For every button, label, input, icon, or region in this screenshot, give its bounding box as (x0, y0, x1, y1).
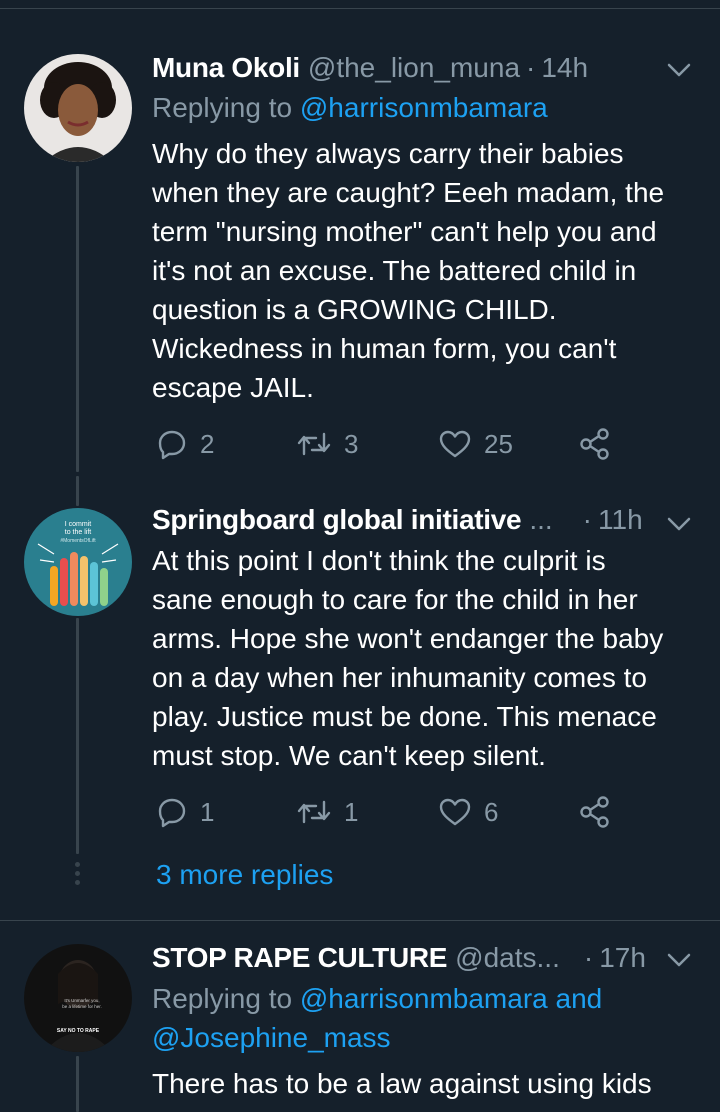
author-handle[interactable]: @dats... (455, 942, 560, 974)
reply-icon (158, 798, 186, 828)
top-divider (0, 8, 720, 9)
heart-icon (439, 430, 471, 458)
more-replies-link[interactable]: 3 more replies (156, 857, 333, 893)
author-handle[interactable]: @the_lion_muna (308, 52, 520, 84)
text-line: term "nursing mother" can't help you and (152, 216, 657, 247)
chevron-down-icon[interactable] (666, 950, 692, 970)
retweet-button[interactable]: 1 (296, 792, 358, 832)
avatar-caption: I commit (65, 521, 92, 528)
tweet-time[interactable]: 17h (599, 942, 646, 974)
share-button[interactable] (578, 424, 612, 464)
like-count: 25 (484, 428, 513, 459)
tweet-actions: 1 1 6 (152, 792, 622, 832)
text-line: question is a GROWING CHILD. (152, 294, 557, 325)
tweet-text: At this point I don't think the culprit … (152, 541, 700, 775)
thread-line (76, 166, 79, 472)
name-ellipsis: ... (529, 504, 553, 535)
reply-button[interactable]: 2 (156, 424, 214, 464)
text-line: on a day when her inhumanity comes to (152, 662, 647, 693)
chevron-down-icon[interactable] (666, 60, 692, 80)
avatar-springboard[interactable]: I commit to the lift #MomentsOfLift (24, 508, 132, 616)
retweet-count: 3 (344, 428, 359, 459)
retweet-icon (297, 432, 331, 456)
reply-count: 1 (200, 796, 215, 827)
like-button[interactable]: 6 (438, 792, 498, 832)
author-name[interactable]: STOP RAPE CULTURE (152, 942, 447, 974)
tweet-header: Springboard global initiative ... · 11h (152, 502, 700, 538)
thread-line (76, 1056, 79, 1112)
avatar-caption: It's Unmarfer you, (64, 998, 99, 1003)
share-button[interactable] (578, 792, 612, 832)
tweet-time[interactable]: 11h (598, 504, 643, 536)
avatar-caption: #MomentsOfLift (60, 538, 96, 544)
author-name[interactable]: Muna Okoli (152, 52, 300, 84)
thread-line (76, 618, 79, 854)
tweet-text: Why do they always carry their babies wh… (152, 134, 700, 407)
retweet-button[interactable]: 3 (296, 424, 358, 464)
reply-count: 2 (200, 428, 215, 459)
text-line: sane enough to care for the child in her (152, 584, 638, 615)
share-icon (580, 796, 609, 828)
mention-conjunction: and (555, 983, 603, 1014)
divider (0, 920, 720, 921)
text-line: escape JAIL. (152, 372, 314, 403)
tweet-text: There has to be a law against using kids (152, 1064, 700, 1103)
reply-icon (158, 430, 186, 460)
avatar-muna-okoli[interactable] (24, 54, 132, 162)
separator-dot: · (582, 504, 592, 535)
avatar-caption: SAY NO TO RAPE (57, 1028, 100, 1034)
like-button[interactable]: 25 (438, 424, 513, 464)
replying-to-continued: @Josephine_mass (152, 1018, 391, 1057)
replying-prefix: Replying to (152, 983, 293, 1014)
text-line: when they are caught? Eeeh madam, the (152, 177, 665, 208)
chevron-down-icon[interactable] (666, 514, 692, 534)
mention-link[interactable]: @harrisonmbamara (300, 92, 548, 123)
retweet-count: 1 (344, 796, 359, 827)
text-line: Why do they always carry their babies (152, 138, 624, 169)
replying-to: Replying to @harrisonmbamara (152, 88, 548, 127)
separator-dot: · (583, 942, 594, 973)
thread-dots (74, 862, 81, 889)
text-line: it's not an excuse. The battered child i… (152, 255, 637, 286)
text-line: play. Justice must be done. This menace (152, 701, 657, 732)
tweet-time[interactable]: 14h (541, 52, 588, 84)
text-line: must stop. We can't keep silent. (152, 740, 546, 771)
share-icon (580, 428, 609, 460)
text-line: At this point I don't think the culprit … (152, 545, 606, 576)
replying-prefix: Replying to (152, 92, 293, 123)
text-line: There has to be a law against using kids (152, 1068, 652, 1099)
tweet-header: STOP RAPE CULTURE @dats... · 17h (152, 940, 700, 976)
tweet-header: Muna Okoli @the_lion_muna · 14h (152, 50, 700, 86)
avatar-caption: be a lifetime for her. (62, 1004, 102, 1009)
mention-link[interactable]: @harrisonmbamara (300, 983, 548, 1014)
retweet-icon (297, 800, 331, 824)
reply-button[interactable]: 1 (156, 792, 214, 832)
separator-dot: · (526, 52, 536, 83)
text-line: arms. Hope she won't endanger the baby (152, 623, 664, 654)
mention-link[interactable]: @Josephine_mass (152, 1022, 391, 1053)
author-name[interactable]: Springboard global initiative (152, 504, 522, 536)
avatar-caption: to the lift (65, 529, 92, 536)
heart-icon (439, 798, 471, 826)
thread-line (76, 476, 79, 506)
text-line: Wickedness in human form, you can't (152, 333, 617, 364)
avatar-stop-rape-culture[interactable]: It's Unmarfer you, be a lifetime for her… (24, 944, 132, 1052)
tweet-actions: 2 3 25 (152, 424, 622, 464)
like-count: 6 (484, 796, 499, 827)
replying-to: Replying to @harrisonmbamara and (152, 979, 602, 1018)
